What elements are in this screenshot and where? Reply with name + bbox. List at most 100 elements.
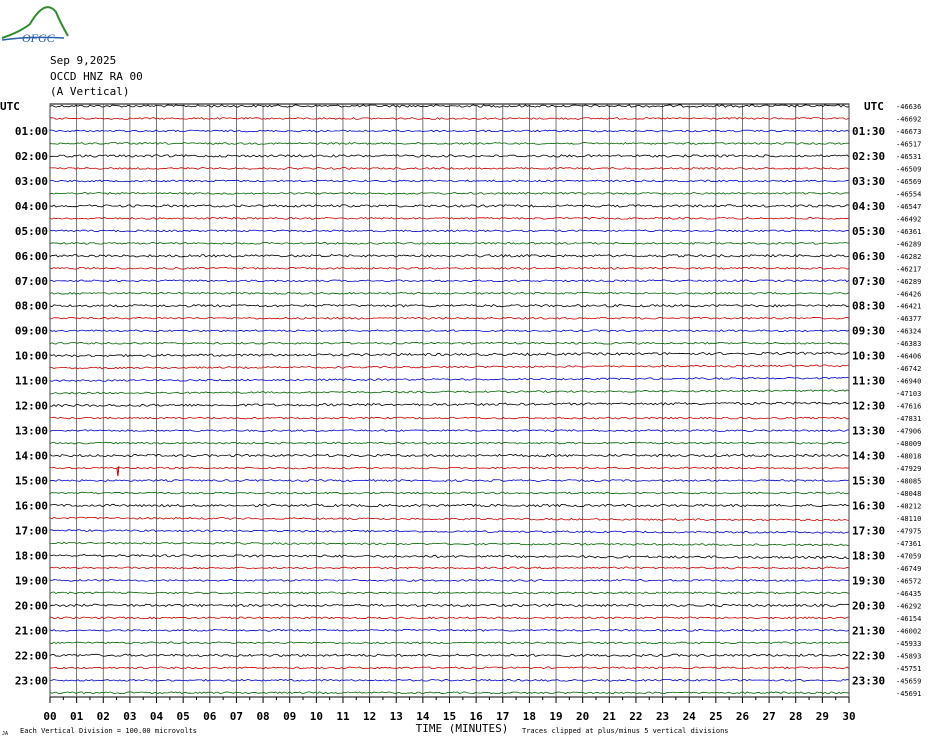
trace-offset-label: -46426 [896, 290, 921, 298]
trace-offset-label: -46435 [896, 590, 921, 598]
trace-offset-label: -46383 [896, 340, 921, 348]
trace-offset-label: -46289 [896, 240, 921, 248]
trace-offset-label: -46361 [896, 228, 921, 236]
left-hour-label: 12:00 [15, 400, 48, 413]
trace-offset-label: -47975 [896, 527, 921, 535]
left-hour-label: 23:00 [15, 674, 48, 687]
right-hour-label: 11:30 [852, 375, 885, 388]
trace-offset-label: -46282 [896, 253, 921, 261]
left-axis-label: UTC [0, 100, 20, 113]
trace-offset-label: -46002 [896, 627, 921, 635]
right-axis-label: UTC [864, 100, 884, 113]
right-hour-label: 05:30 [852, 225, 885, 238]
trace-offset-label: -46406 [896, 353, 921, 361]
corner-mark: JA [2, 731, 8, 737]
x-tick-label: 28 [789, 710, 802, 723]
trace-offset-label: -46636 [896, 103, 921, 111]
x-tick-label: 29 [816, 710, 829, 723]
trace-offset-label: -46569 [896, 178, 921, 186]
x-tick-label: 00 [43, 710, 56, 723]
left-hour-label: 13:00 [15, 425, 48, 438]
trace-offset-label: -46554 [896, 190, 921, 198]
trace-offset-label: -46940 [896, 378, 921, 386]
left-hour-label: 05:00 [15, 225, 48, 238]
footnote-clipping: Traces clipped at plus/minus 5 vertical … [522, 727, 729, 735]
right-hour-label: 13:30 [852, 425, 885, 438]
x-tick-label: 30 [842, 710, 855, 723]
trace-offset-label: -48085 [896, 478, 921, 486]
left-hour-label: 08:00 [15, 300, 48, 313]
x-tick-label: 10 [310, 710, 323, 723]
trace-offset-label: -46531 [896, 153, 921, 161]
right-hour-label: 03:30 [852, 175, 885, 188]
x-tick-label: 19 [549, 710, 562, 723]
trace-offset-label: -47616 [896, 403, 921, 411]
left-hour-label: 01:00 [15, 125, 48, 138]
x-tick-label: 22 [629, 710, 642, 723]
right-hour-label: 07:30 [852, 275, 885, 288]
footnote-scale: Each Vertical Division = 100.00 microvol… [20, 727, 197, 735]
left-hour-label: 04:00 [15, 200, 48, 213]
trace-offset-label: -47103 [896, 390, 921, 398]
left-hour-label: 10:00 [15, 350, 48, 363]
trace-offset-label: -47929 [896, 465, 921, 473]
trace-offset-label: -46377 [896, 315, 921, 323]
trace-offset-label: -46421 [896, 303, 921, 311]
trace-offset-label: -45893 [896, 652, 921, 660]
x-tick-label: 11 [336, 710, 350, 723]
x-tick-label: 23 [656, 710, 669, 723]
left-hour-label: 17:00 [15, 524, 48, 537]
x-tick-label: 24 [683, 710, 697, 723]
right-hour-label: 17:30 [852, 524, 885, 537]
right-hour-label: 18:30 [852, 549, 885, 562]
trace-offset-label: -46572 [896, 577, 921, 585]
left-hour-label: 11:00 [15, 375, 48, 388]
trace-offset-label: -46547 [896, 203, 921, 211]
right-hour-label: 21:30 [852, 624, 885, 637]
trace-offset-label: -46154 [896, 615, 921, 623]
x-tick-label: 13 [390, 710, 403, 723]
trace-offset-label: -47361 [896, 540, 921, 548]
x-tick-label: 03 [123, 710, 136, 723]
right-hour-label: 22:30 [852, 649, 885, 662]
trace-offset-label: -47059 [896, 552, 921, 560]
trace-offset-label: -46692 [896, 115, 921, 123]
trace-offset-label: -45659 [896, 677, 921, 685]
left-hour-label: 09:00 [15, 325, 48, 338]
x-tick-label: 18 [523, 710, 536, 723]
left-hour-label: 03:00 [15, 175, 48, 188]
left-hour-label: 18:00 [15, 549, 48, 562]
x-tick-label: 01 [70, 710, 84, 723]
left-hour-label: 07:00 [15, 275, 48, 288]
left-hour-label: 20:00 [15, 599, 48, 612]
left-hour-label: 02:00 [15, 150, 48, 163]
trace-offset-label: -48018 [896, 453, 921, 461]
right-hour-label: 01:30 [852, 125, 885, 138]
x-tick-label: 12 [363, 710, 376, 723]
right-hour-label: 10:30 [852, 350, 885, 363]
x-tick-label: 26 [736, 710, 750, 723]
left-hour-label: 16:00 [15, 499, 48, 512]
trace-offset-label: -46673 [896, 128, 921, 136]
left-hour-label: 21:00 [15, 624, 48, 637]
right-hour-label: 19:30 [852, 574, 885, 587]
trace-offset-label: -46492 [896, 215, 921, 223]
x-tick-label: 20 [576, 710, 589, 723]
trace-offset-label: -46749 [896, 565, 921, 573]
trace-offset-label: -48009 [896, 440, 921, 448]
x-tick-label: 25 [709, 710, 722, 723]
left-hour-label: 15:00 [15, 475, 48, 488]
x-tick-label: 04 [150, 710, 164, 723]
x-tick-label: 08 [256, 710, 269, 723]
x-tick-label: 02 [97, 710, 110, 723]
trace-offset-label: -47906 [896, 428, 921, 436]
helicorder-chart: 00 01 02 03 04 05 06 07 08 09 10 11 12 13 14 15 16 17 18 19… [0, 100, 921, 737]
x-tick-label: 21 [603, 710, 617, 723]
trace-offset-label: -48048 [896, 490, 921, 498]
left-hour-label: 14:00 [15, 450, 48, 463]
right-hour-label: 02:30 [852, 150, 885, 163]
x-tick-label: 06 [203, 710, 217, 723]
trace-offset-label: -45691 [896, 690, 921, 698]
trace-offset-label: -46517 [896, 140, 921, 148]
trace-offset-label: -48212 [896, 502, 921, 510]
